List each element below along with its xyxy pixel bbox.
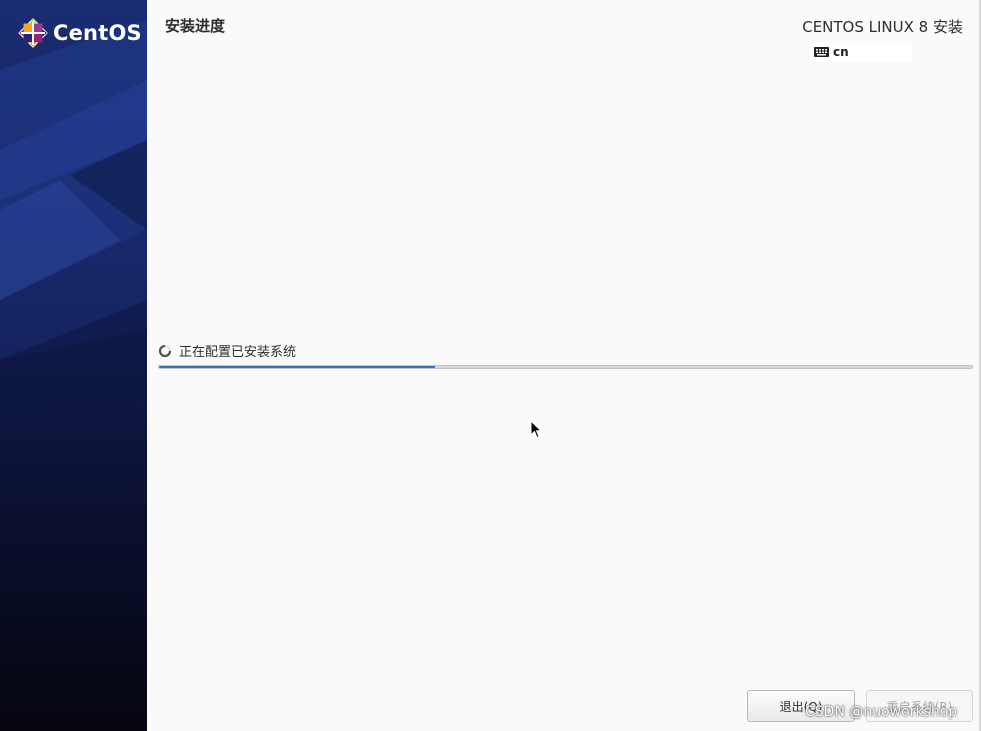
keyboard-layout-label: cn — [833, 44, 849, 59]
keyboard-layout-indicator[interactable]: cn — [810, 41, 912, 62]
logo-text: CentOS — [53, 21, 142, 45]
progress-bar-fill — [159, 366, 436, 368]
spinner-icon — [158, 344, 172, 357]
sidebar: CentOS — [0, 0, 147, 731]
page-title: 安装进度 — [165, 17, 226, 35]
main-panel: 安装进度 CENTOS LINUX 8 安装 cn 正在配置已安装系统 退出(Q… — [147, 0, 981, 731]
keyboard-icon — [814, 46, 829, 57]
progress-bar — [158, 365, 973, 369]
centos-logo: CentOS — [18, 18, 142, 48]
progress-status: 正在配置已安装系统 — [158, 341, 296, 360]
sidebar-background — [0, 20, 147, 420]
watermark: CSDN @nuoworkshop — [805, 704, 958, 720]
mouse-cursor-icon — [530, 420, 542, 439]
product-title: CENTOS LINUX 8 安装 — [802, 18, 963, 36]
status-text: 正在配置已安装系统 — [179, 345, 297, 360]
centos-logo-icon — [18, 18, 48, 48]
